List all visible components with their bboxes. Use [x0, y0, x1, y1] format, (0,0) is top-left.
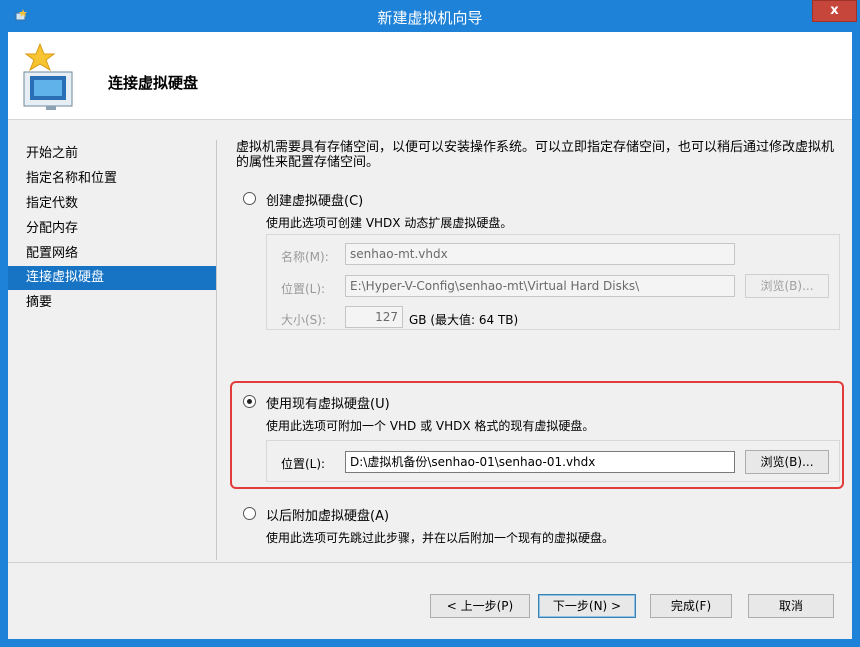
wizard-steps-nav: 开始之前 指定名称和位置 指定代数 分配内存 配置网络 连接虚拟硬盘 摘要 — [8, 122, 216, 562]
vhd-name-input[interactable]: senhao-mt.vhdx — [345, 243, 735, 265]
size-unit-text: GB (最大值: 64 TB) — [409, 313, 519, 327]
nav-item-before-you-begin[interactable]: 开始之前 — [8, 142, 216, 166]
window-title: 新建虚拟机向导 — [377, 9, 483, 27]
attach-later-desc: 使用此选项可先跳过此步骤，并在以后附加一个现有的虚拟硬盘。 — [266, 531, 615, 545]
title-bar[interactable]: 新建虚拟机向导 x — [0, 0, 860, 32]
wizard-header: 连接虚拟硬盘 — [8, 32, 852, 120]
nav-item-name-location[interactable]: 指定名称和位置 — [8, 167, 216, 191]
create-vhd-desc: 使用此选项可创建 VHDX 动态扩展虚拟硬盘。 — [266, 216, 513, 230]
nav-item-memory[interactable]: 分配内存 — [8, 217, 216, 241]
close-button[interactable]: x — [812, 0, 857, 22]
wizard-content: 虚拟机需要具有存储空间，以便可以安装操作系统。可以立即指定存储空间，也可以稍后通… — [236, 122, 846, 562]
create-location-input[interactable]: E:\Hyper-V-Config\senhao-mt\Virtual Hard… — [345, 275, 735, 297]
previous-button[interactable]: < 上一步(P) — [430, 594, 530, 618]
footer-divider — [8, 562, 852, 563]
vhd-size-input[interactable]: 127 — [345, 306, 403, 328]
size-label: 大小(S): — [281, 313, 327, 327]
wizard-window: 新建虚拟机向导 x 连接虚拟硬盘 开始之前 指定名称和位置 指定代数 分配内存 … — [0, 0, 860, 647]
nav-item-network[interactable]: 配置网络 — [8, 242, 216, 266]
next-button[interactable]: 下一步(N) > — [538, 594, 636, 618]
nav-divider — [216, 140, 217, 560]
finish-button[interactable]: 完成(F) — [650, 594, 732, 618]
create-browse-button[interactable]: 浏览(B)... — [745, 274, 829, 298]
nav-item-generation[interactable]: 指定代数 — [8, 192, 216, 216]
name-label: 名称(M): — [281, 250, 329, 264]
create-vhd-label[interactable]: 创建虚拟硬盘(C) — [266, 190, 363, 209]
highlight-annotation — [230, 381, 844, 489]
nav-item-connect-vhd[interactable]: 连接虚拟硬盘 — [8, 266, 216, 290]
page-title: 连接虚拟硬盘 — [108, 74, 199, 92]
create-vhd-radio[interactable] — [243, 192, 256, 205]
attach-later-radio[interactable] — [243, 507, 256, 520]
cancel-button[interactable]: 取消 — [748, 594, 834, 618]
create-vhd-group: 名称(M): senhao-mt.vhdx 位置(L): E:\Hyper-V-… — [266, 234, 840, 330]
create-location-label: 位置(L): — [281, 282, 326, 296]
attach-later-label[interactable]: 以后附加虚拟硬盘(A) — [266, 505, 389, 524]
new-vm-icon — [23, 42, 73, 110]
nav-item-summary[interactable]: 摘要 — [8, 291, 216, 315]
wizard-client-area: 连接虚拟硬盘 开始之前 指定名称和位置 指定代数 分配内存 配置网络 连接虚拟硬… — [8, 32, 852, 639]
intro-text: 虚拟机需要具有存储空间，以便可以安装操作系统。可以立即指定存储空间，也可以稍后通… — [236, 140, 835, 170]
